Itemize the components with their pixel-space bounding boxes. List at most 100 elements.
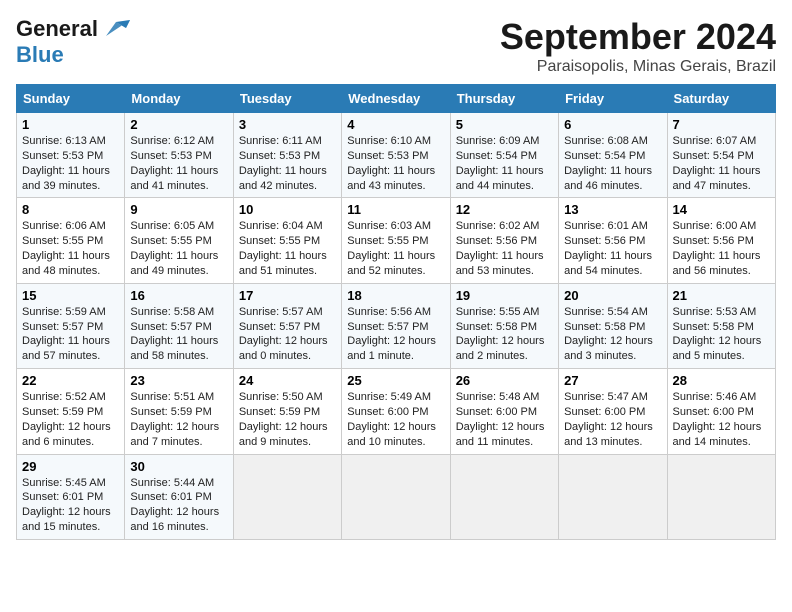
calendar-cell: 11 Sunrise: 6:03 AMSunset: 5:55 PMDaylig… [342, 198, 450, 283]
calendar-cell: 2 Sunrise: 6:12 AMSunset: 5:53 PMDayligh… [125, 113, 233, 198]
weekday-header-friday: Friday [559, 85, 667, 113]
day-info: Sunrise: 5:57 AMSunset: 5:57 PMDaylight:… [239, 306, 328, 363]
calendar-week-row: 29 Sunrise: 5:45 AMSunset: 6:01 PMDaylig… [17, 454, 776, 539]
day-info: Sunrise: 6:00 AMSunset: 5:56 PMDaylight:… [673, 220, 761, 277]
calendar-cell: 6 Sunrise: 6:08 AMSunset: 5:54 PMDayligh… [559, 113, 667, 198]
calendar-cell: 8 Sunrise: 6:06 AMSunset: 5:55 PMDayligh… [17, 198, 125, 283]
day-number: 7 [673, 117, 770, 132]
day-info: Sunrise: 6:08 AMSunset: 5:54 PMDaylight:… [564, 135, 652, 192]
day-number: 28 [673, 373, 770, 388]
day-number: 17 [239, 288, 336, 303]
day-number: 8 [22, 202, 119, 217]
calendar-cell: 9 Sunrise: 6:05 AMSunset: 5:55 PMDayligh… [125, 198, 233, 283]
location: Paraisopolis, Minas Gerais, Brazil [500, 58, 776, 76]
calendar-cell: 1 Sunrise: 6:13 AMSunset: 5:53 PMDayligh… [17, 113, 125, 198]
calendar-table: SundayMondayTuesdayWednesdayThursdayFrid… [16, 84, 776, 540]
day-info: Sunrise: 5:47 AMSunset: 6:00 PMDaylight:… [564, 391, 653, 448]
day-number: 21 [673, 288, 770, 303]
day-info: Sunrise: 5:59 AMSunset: 5:57 PMDaylight:… [22, 306, 110, 363]
calendar-cell: 19 Sunrise: 5:55 AMSunset: 5:58 PMDaylig… [450, 283, 558, 368]
day-info: Sunrise: 6:06 AMSunset: 5:55 PMDaylight:… [22, 220, 110, 277]
day-info: Sunrise: 5:56 AMSunset: 5:57 PMDaylight:… [347, 306, 436, 363]
calendar-cell: 26 Sunrise: 5:48 AMSunset: 6:00 PMDaylig… [450, 369, 558, 454]
day-info: Sunrise: 6:01 AMSunset: 5:56 PMDaylight:… [564, 220, 652, 277]
calendar-cell: 10 Sunrise: 6:04 AMSunset: 5:55 PMDaylig… [233, 198, 341, 283]
day-number: 23 [130, 373, 227, 388]
month-title: September 2024 [500, 16, 776, 58]
day-number: 11 [347, 202, 444, 217]
weekday-header-monday: Monday [125, 85, 233, 113]
day-number: 14 [673, 202, 770, 217]
weekday-header-tuesday: Tuesday [233, 85, 341, 113]
weekday-header-thursday: Thursday [450, 85, 558, 113]
day-number: 26 [456, 373, 553, 388]
day-number: 22 [22, 373, 119, 388]
calendar-cell: 18 Sunrise: 5:56 AMSunset: 5:57 PMDaylig… [342, 283, 450, 368]
day-info: Sunrise: 5:44 AMSunset: 6:01 PMDaylight:… [130, 477, 219, 534]
day-number: 10 [239, 202, 336, 217]
calendar-cell: 30 Sunrise: 5:44 AMSunset: 6:01 PMDaylig… [125, 454, 233, 539]
calendar-cell: 5 Sunrise: 6:09 AMSunset: 5:54 PMDayligh… [450, 113, 558, 198]
calendar-cell [667, 454, 775, 539]
day-number: 2 [130, 117, 227, 132]
calendar-cell: 4 Sunrise: 6:10 AMSunset: 5:53 PMDayligh… [342, 113, 450, 198]
calendar-week-row: 15 Sunrise: 5:59 AMSunset: 5:57 PMDaylig… [17, 283, 776, 368]
day-info: Sunrise: 6:13 AMSunset: 5:53 PMDaylight:… [22, 135, 110, 192]
day-number: 18 [347, 288, 444, 303]
calendar-week-row: 8 Sunrise: 6:06 AMSunset: 5:55 PMDayligh… [17, 198, 776, 283]
calendar-cell: 24 Sunrise: 5:50 AMSunset: 5:59 PMDaylig… [233, 369, 341, 454]
calendar-cell: 16 Sunrise: 5:58 AMSunset: 5:57 PMDaylig… [125, 283, 233, 368]
weekday-header-sunday: Sunday [17, 85, 125, 113]
day-number: 9 [130, 202, 227, 217]
calendar-cell: 3 Sunrise: 6:11 AMSunset: 5:53 PMDayligh… [233, 113, 341, 198]
day-info: Sunrise: 6:10 AMSunset: 5:53 PMDaylight:… [347, 135, 435, 192]
day-info: Sunrise: 5:48 AMSunset: 6:00 PMDaylight:… [456, 391, 545, 448]
day-number: 1 [22, 117, 119, 132]
calendar-cell: 22 Sunrise: 5:52 AMSunset: 5:59 PMDaylig… [17, 369, 125, 454]
title-block: September 2024 Paraisopolis, Minas Gerai… [500, 16, 776, 76]
calendar-cell: 29 Sunrise: 5:45 AMSunset: 6:01 PMDaylig… [17, 454, 125, 539]
day-info: Sunrise: 6:11 AMSunset: 5:53 PMDaylight:… [239, 135, 327, 192]
day-info: Sunrise: 5:49 AMSunset: 6:00 PMDaylight:… [347, 391, 436, 448]
calendar-cell [342, 454, 450, 539]
day-info: Sunrise: 5:55 AMSunset: 5:58 PMDaylight:… [456, 306, 545, 363]
day-number: 6 [564, 117, 661, 132]
weekday-header-saturday: Saturday [667, 85, 775, 113]
day-info: Sunrise: 6:12 AMSunset: 5:53 PMDaylight:… [130, 135, 218, 192]
calendar-cell: 21 Sunrise: 5:53 AMSunset: 5:58 PMDaylig… [667, 283, 775, 368]
calendar-cell [233, 454, 341, 539]
day-number: 15 [22, 288, 119, 303]
day-info: Sunrise: 6:07 AMSunset: 5:54 PMDaylight:… [673, 135, 761, 192]
calendar-cell: 14 Sunrise: 6:00 AMSunset: 5:56 PMDaylig… [667, 198, 775, 283]
day-number: 25 [347, 373, 444, 388]
calendar-week-row: 1 Sunrise: 6:13 AMSunset: 5:53 PMDayligh… [17, 113, 776, 198]
day-number: 29 [22, 459, 119, 474]
calendar-cell: 23 Sunrise: 5:51 AMSunset: 5:59 PMDaylig… [125, 369, 233, 454]
day-info: Sunrise: 5:58 AMSunset: 5:57 PMDaylight:… [130, 306, 218, 363]
day-number: 13 [564, 202, 661, 217]
day-info: Sunrise: 6:04 AMSunset: 5:55 PMDaylight:… [239, 220, 327, 277]
calendar-cell: 12 Sunrise: 6:02 AMSunset: 5:56 PMDaylig… [450, 198, 558, 283]
calendar-cell [559, 454, 667, 539]
day-number: 12 [456, 202, 553, 217]
day-info: Sunrise: 5:51 AMSunset: 5:59 PMDaylight:… [130, 391, 219, 448]
day-info: Sunrise: 6:09 AMSunset: 5:54 PMDaylight:… [456, 135, 544, 192]
day-info: Sunrise: 5:54 AMSunset: 5:58 PMDaylight:… [564, 306, 653, 363]
day-info: Sunrise: 6:02 AMSunset: 5:56 PMDaylight:… [456, 220, 544, 277]
day-number: 27 [564, 373, 661, 388]
calendar-week-row: 22 Sunrise: 5:52 AMSunset: 5:59 PMDaylig… [17, 369, 776, 454]
day-info: Sunrise: 5:45 AMSunset: 6:01 PMDaylight:… [22, 477, 111, 534]
day-number: 3 [239, 117, 336, 132]
calendar-cell: 20 Sunrise: 5:54 AMSunset: 5:58 PMDaylig… [559, 283, 667, 368]
weekday-header-wednesday: Wednesday [342, 85, 450, 113]
calendar-cell: 13 Sunrise: 6:01 AMSunset: 5:56 PMDaylig… [559, 198, 667, 283]
calendar-cell: 27 Sunrise: 5:47 AMSunset: 6:00 PMDaylig… [559, 369, 667, 454]
day-number: 19 [456, 288, 553, 303]
day-number: 30 [130, 459, 227, 474]
logo-blue-text: Blue [16, 42, 64, 67]
day-number: 4 [347, 117, 444, 132]
day-number: 20 [564, 288, 661, 303]
logo: General Blue [16, 16, 130, 68]
logo-icon [102, 18, 130, 40]
calendar-cell: 25 Sunrise: 5:49 AMSunset: 6:00 PMDaylig… [342, 369, 450, 454]
